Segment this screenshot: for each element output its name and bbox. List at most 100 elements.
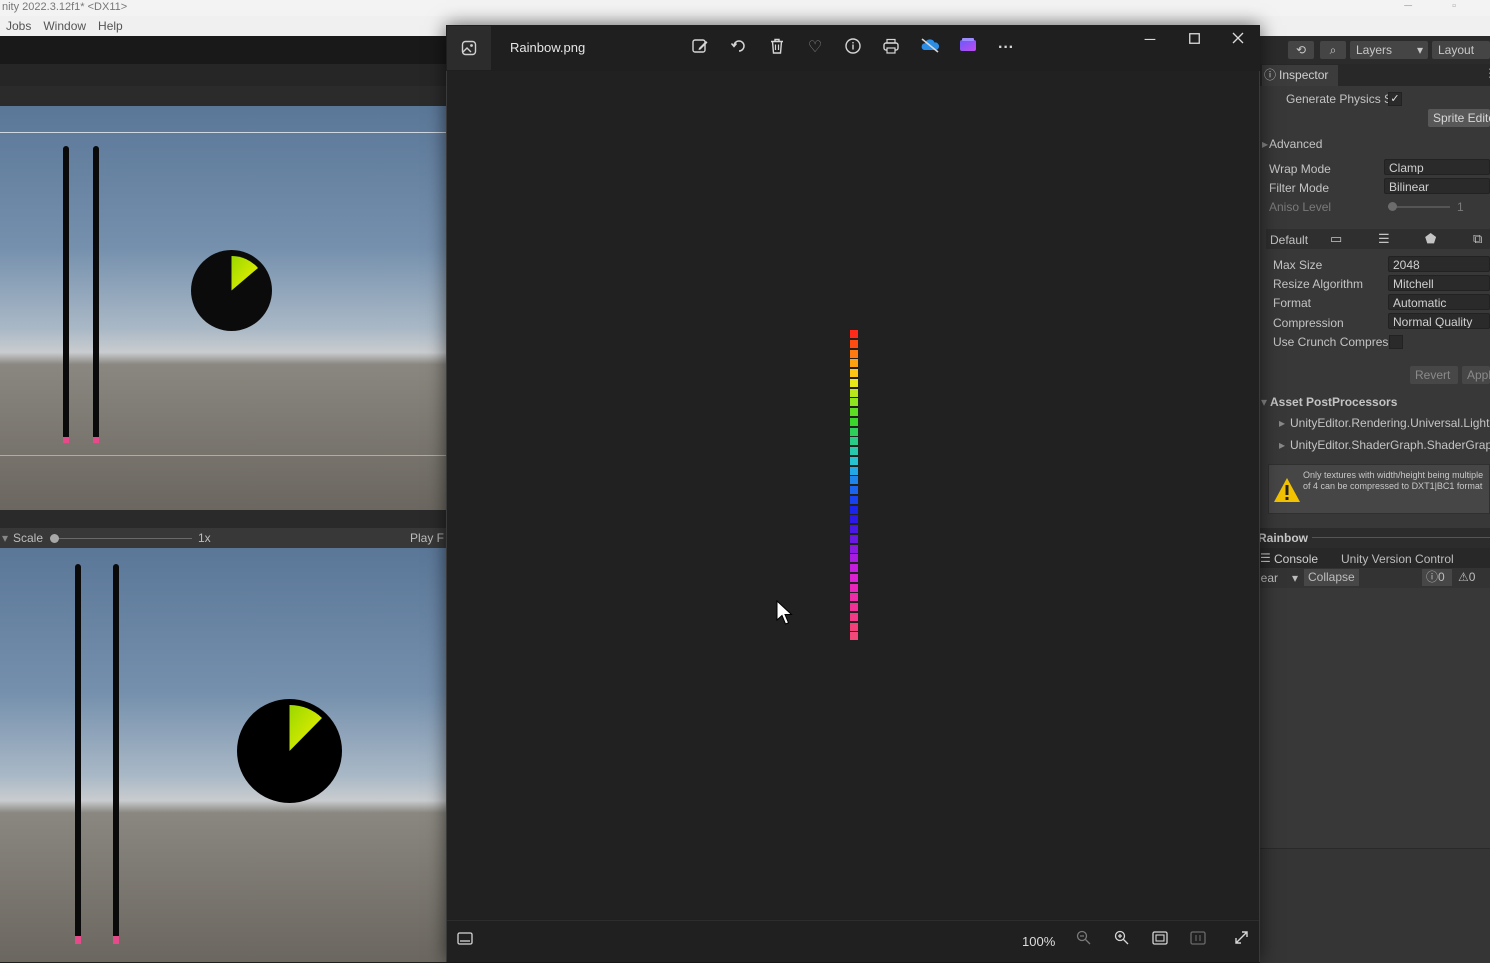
rainbow-pixel (850, 573, 858, 582)
format-dropdown[interactable]: Automatic (1388, 294, 1490, 310)
rainbow-pixel (850, 427, 858, 436)
rainbow-pixel (850, 583, 858, 592)
chevron-right-icon[interactable]: ▸ (1279, 416, 1285, 430)
edit-image-icon[interactable] (689, 37, 711, 59)
max-size-dropdown[interactable]: 2048 (1388, 256, 1490, 272)
sprite-editor-button[interactable]: Sprite Edito (1428, 109, 1490, 127)
zoom-in-icon[interactable] (1109, 930, 1133, 952)
scene-subtoolbar (0, 86, 446, 106)
scale-slider-track[interactable] (54, 538, 192, 539)
info-count-toggle[interactable]: ⓘ0 (1422, 569, 1452, 586)
bar-sprite (75, 564, 81, 944)
tab-console[interactable]: Console (1274, 552, 1318, 566)
collapse-button[interactable]: Collapse (1304, 569, 1359, 586)
layers-dropdown[interactable]: Layers ▾ (1350, 41, 1428, 59)
format-label: Format (1273, 296, 1312, 310)
rotate-icon[interactable] (728, 37, 750, 59)
webgl-icon[interactable]: ⧉ (1473, 231, 1482, 247)
scene-divider (0, 510, 446, 528)
postprocessor-item[interactable]: UnityEditor.Rendering.Universal.Light (1290, 416, 1489, 430)
aniso-level-label: Aniso Level (1269, 200, 1332, 214)
minimize-icon[interactable]: ─ (1139, 30, 1161, 50)
menu-jobs[interactable]: Jobs (6, 19, 31, 33)
rainbow-pixel (850, 593, 858, 602)
compression-dropdown[interactable]: Normal Quality (1388, 313, 1490, 329)
rainbow-pixel (850, 447, 858, 455)
filter-mode-label: Filter Mode (1269, 181, 1330, 195)
play-focused-dropdown[interactable]: Play F (410, 528, 444, 548)
delete-icon[interactable] (766, 37, 788, 59)
rainbow-pixel (850, 369, 858, 377)
revert-button[interactable]: Revert (1410, 366, 1458, 384)
max-size-label: Max Size (1273, 258, 1323, 272)
apply-button[interactable]: Appl (1462, 366, 1490, 384)
wrap-mode-dropdown[interactable]: Clamp (1384, 159, 1490, 175)
chevron-right-icon[interactable]: ▸ (1279, 438, 1285, 452)
game-view[interactable] (0, 548, 446, 962)
maximize-icon[interactable] (1183, 30, 1205, 50)
zoom-out-icon[interactable] (1071, 930, 1095, 952)
rainbow-pixel (850, 612, 858, 621)
photos-statusbar (447, 920, 1259, 962)
tab-inspector[interactable]: ⓘ Inspector (1262, 65, 1338, 86)
close-icon[interactable] (1227, 30, 1249, 50)
postprocessor-item[interactable]: UnityEditor.ShaderGraph.ShaderGrap (1290, 438, 1490, 452)
console-icon: ☰ (1260, 551, 1271, 565)
actual-size-icon[interactable] (1186, 930, 1210, 952)
aniso-slider-handle[interactable] (1388, 202, 1397, 211)
warning-count-toggle[interactable]: ⚠0 (1456, 569, 1486, 586)
favorite-icon[interactable]: ♡ (804, 37, 826, 59)
scene-view[interactable] (0, 106, 446, 510)
generate-physics-label: Generate Physics S (1286, 92, 1393, 106)
server-icon[interactable]: ☰ (1378, 231, 1390, 247)
menu-window[interactable]: Window (43, 19, 86, 33)
fullscreen-icon[interactable] (1229, 930, 1253, 952)
filmstrip-icon[interactable] (453, 930, 477, 952)
advanced-foldout[interactable]: Advanced (1269, 137, 1322, 151)
generate-physics-checkbox[interactable]: ✓ (1388, 92, 1402, 106)
tab-version-control[interactable]: Unity Version Control (1341, 552, 1454, 566)
android-icon[interactable]: ⬟ (1425, 231, 1436, 247)
info-icon: ⓘ (1264, 68, 1277, 82)
print-icon[interactable] (880, 37, 902, 59)
clear-button[interactable]: lear (1258, 571, 1278, 585)
maximize-icon[interactable]: ▫ (1452, 0, 1456, 12)
onedrive-icon[interactable] (919, 37, 941, 59)
asset-preview-header: Rainbow (1258, 528, 1490, 548)
layout-dropdown[interactable]: Layout (1432, 41, 1490, 59)
filter-mode-dropdown[interactable]: Bilinear (1384, 178, 1490, 194)
gallery-icon[interactable] (447, 26, 491, 70)
fit-to-window-icon[interactable] (1148, 930, 1172, 952)
menu-icon[interactable]: ⋮ (1484, 66, 1490, 80)
asset-postprocessors-header[interactable]: Asset PostProcessors (1270, 395, 1397, 409)
chevron-down-icon[interactable]: ▾ (1292, 571, 1298, 585)
monitor-icon[interactable]: ▭ (1330, 231, 1342, 247)
minimize-icon[interactable]: ─ (1404, 0, 1412, 12)
chevron-down-icon[interactable]: ▾ (1261, 395, 1267, 409)
dropdown-arrow-icon[interactable]: ▾ (2, 528, 8, 548)
clipchamp-icon[interactable] (957, 37, 979, 59)
rainbow-pixel (850, 398, 858, 407)
rainbow-pixel (850, 476, 858, 485)
more-icon[interactable]: ··· (995, 37, 1017, 59)
console-detail-area[interactable] (1260, 848, 1490, 963)
rainbow-pixel (850, 525, 858, 533)
chevron-right-icon[interactable]: ▸ (1262, 137, 1268, 151)
resize-algorithm-dropdown[interactable]: Mitchell (1388, 275, 1490, 291)
search-icon[interactable]: ⌕ (1320, 41, 1346, 59)
tab-inspector-label: Inspector (1279, 68, 1329, 82)
rainbow-pixel (850, 388, 858, 397)
asset-name: Rainbow (1258, 531, 1308, 545)
rainbow-pixel (850, 456, 858, 465)
pie-sprite (237, 699, 342, 803)
scale-slider-handle[interactable] (50, 534, 59, 543)
console-toolbar: lear ▾ Collapse ⓘ0 ⚠0 (1258, 568, 1490, 588)
aniso-slider-track[interactable] (1388, 206, 1450, 208)
use-crunch-checkbox[interactable] (1389, 335, 1403, 349)
history-icon[interactable]: ⟲ (1288, 41, 1314, 59)
info-icon: ⓘ (1426, 570, 1439, 584)
info-icon[interactable] (842, 37, 864, 59)
zoom-level[interactable]: 100% (1022, 934, 1055, 949)
menu-help[interactable]: Help (98, 19, 123, 33)
platform-default-tab[interactable]: Default (1270, 233, 1308, 247)
